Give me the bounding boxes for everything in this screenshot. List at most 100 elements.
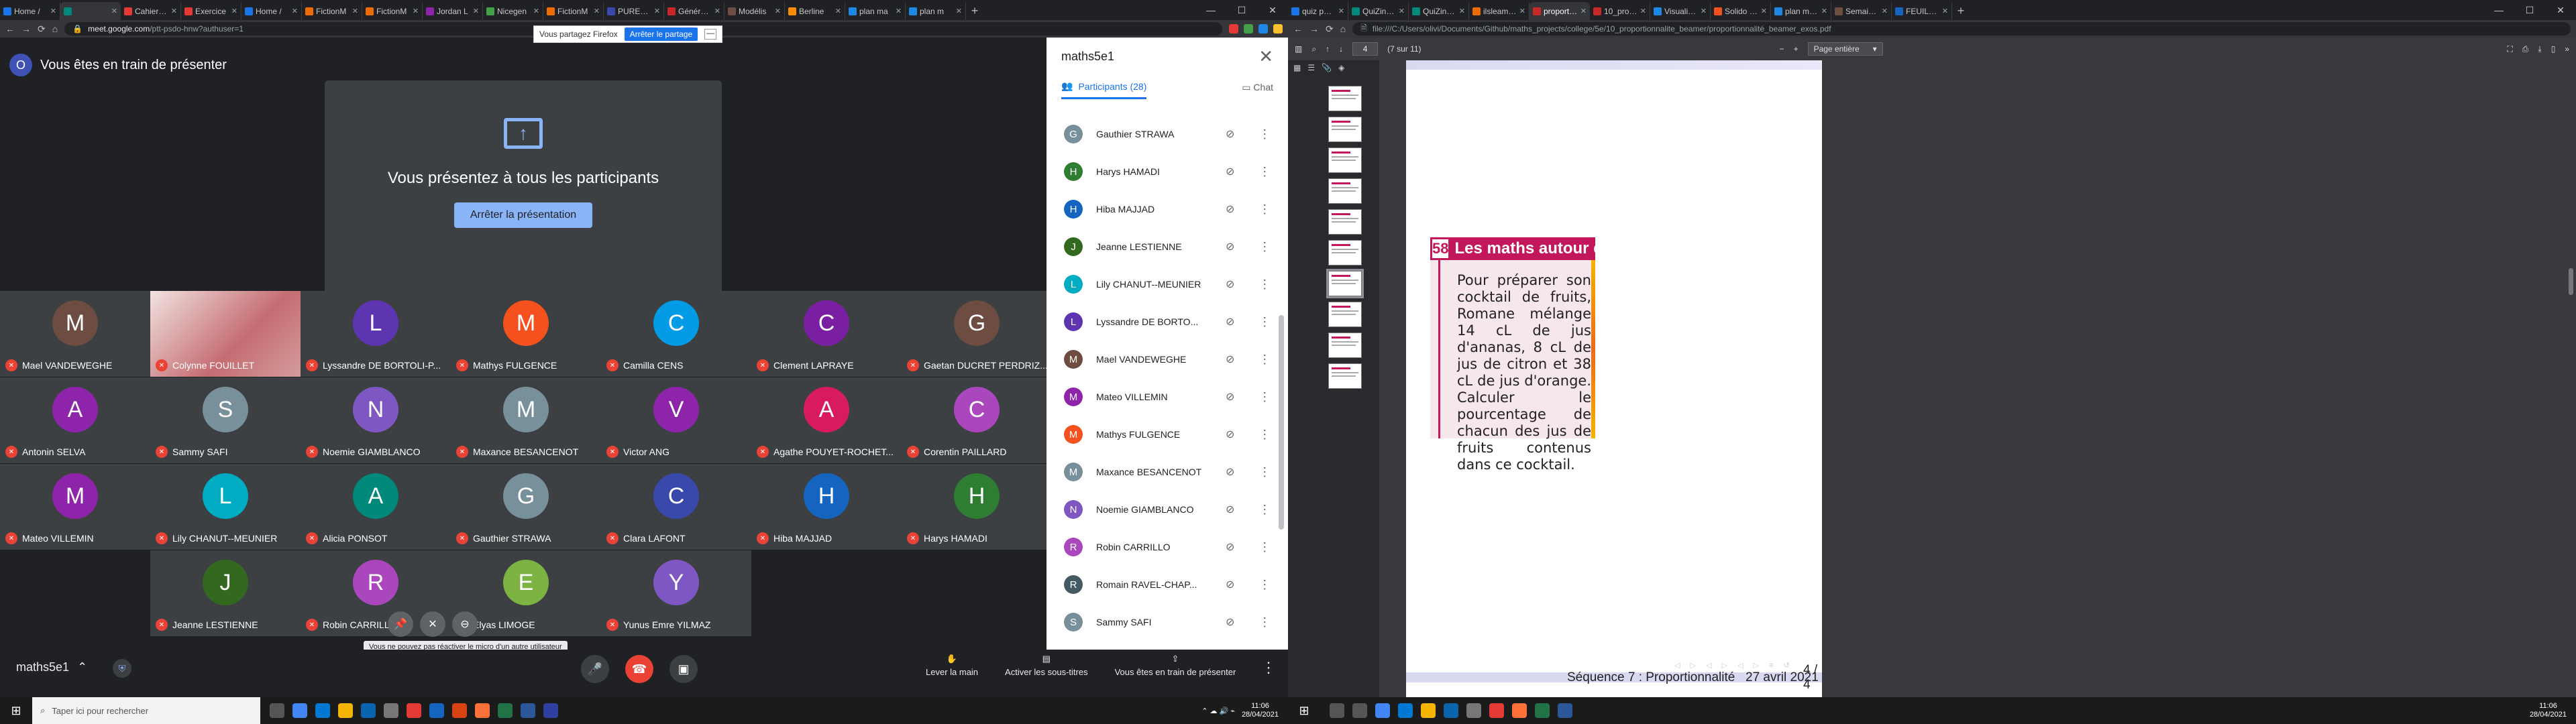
participant-tile[interactable]: M ✕ Mael VANDEWEGHE: [0, 291, 150, 377]
mic-off-icon[interactable]: ⊘: [1222, 165, 1238, 178]
close-tab-icon[interactable]: ✕: [533, 7, 539, 15]
page-thumbnail[interactable]: [1328, 86, 1362, 111]
new-tab-icon[interactable]: +: [966, 2, 983, 20]
back-icon[interactable]: ←: [1293, 23, 1303, 34]
browser-tab[interactable]: proportionnalité_bea✕: [1529, 2, 1590, 20]
shield-icon[interactable]: ⛨: [113, 659, 131, 678]
mic-off-icon[interactable]: ⊘: [1222, 315, 1238, 328]
close-tab-icon[interactable]: ✕: [896, 7, 902, 15]
chrome-icon[interactable]: [292, 703, 307, 718]
browser-tab[interactable]: Nicegen ✕: [483, 2, 543, 20]
page-thumbnail[interactable]: [1328, 363, 1362, 389]
close-tab-icon[interactable]: ✕: [594, 7, 600, 15]
search-icon[interactable]: [1330, 703, 1344, 718]
home-icon[interactable]: ⌂: [52, 23, 58, 34]
page-thumbnail[interactable]: [1328, 333, 1362, 358]
participant-row[interactable]: N Noemie GIAMBLANCO ⊘ ⋮: [1046, 491, 1278, 528]
close-tab-icon[interactable]: ✕: [111, 7, 117, 15]
browser-tab[interactable]: Jordan L ✕: [423, 2, 483, 20]
mic-off-icon[interactable]: ⊘: [1222, 503, 1238, 516]
previous-page-icon[interactable]: ↑: [1326, 44, 1330, 54]
more-options-icon[interactable]: ⋮: [1252, 165, 1278, 179]
browser-tab[interactable]: Exercice ✕: [181, 2, 241, 20]
participant-row[interactable]: R Romain RAVEL-CHAP... ⊘ ⋮: [1046, 566, 1278, 603]
participant-tile[interactable]: C ✕ Camilla CENS: [601, 291, 751, 377]
back-icon[interactable]: ←: [5, 23, 15, 34]
reload-icon[interactable]: ⟳: [1326, 23, 1334, 35]
mic-off-icon[interactable]: ⊘: [1222, 240, 1238, 253]
mail-icon[interactable]: [361, 703, 376, 718]
participant-row[interactable]: H Harys HAMADI ⊘ ⋮: [1046, 153, 1278, 190]
mic-off-icon[interactable]: ⊘: [1222, 465, 1238, 479]
browser-tab[interactable]: plan maison échel✕: [1771, 2, 1831, 20]
minimize-icon[interactable]: —: [2483, 5, 2514, 15]
windows-start-icon[interactable]: ⊞: [0, 704, 32, 718]
bookmark-icon[interactable]: ▯: [2551, 44, 2556, 54]
more-options-icon[interactable]: ⋮: [1252, 578, 1278, 592]
browser-tab[interactable]: quiz pourcentage✕: [1288, 2, 1348, 20]
store-icon[interactable]: [1466, 703, 1481, 718]
mic-off-icon[interactable]: ⊘: [1222, 615, 1238, 629]
task-view-icon[interactable]: [1352, 703, 1367, 718]
close-tab-icon[interactable]: ✕: [50, 7, 56, 15]
new-tab-icon[interactable]: +: [1952, 2, 1970, 20]
close-tab-icon[interactable]: ✕: [654, 7, 660, 15]
close-tab-icon[interactable]: ✕: [714, 7, 720, 15]
browser-tab[interactable]: FEUILLE DE ROUT✕: [1892, 2, 1952, 20]
browser-tab[interactable]: QuiZinière✕: [1348, 2, 1409, 20]
explorer-icon[interactable]: [1421, 703, 1436, 718]
participant-tile[interactable]: ✕ Colynne FOUILLET: [150, 291, 301, 377]
participant-row[interactable]: L Lily CHANUT--MEUNIER ⊘ ⋮: [1046, 265, 1278, 303]
close-tab-icon[interactable]: ✕: [1761, 7, 1767, 15]
participant-tile[interactable]: V ✕ Victor ANG: [601, 377, 751, 463]
home-icon[interactable]: ⌂: [1340, 23, 1346, 34]
browser-tab[interactable]: ilsleaming ✕: [1469, 2, 1529, 20]
excel-icon[interactable]: [1535, 703, 1550, 718]
page-thumbnail[interactable]: [1328, 178, 1362, 204]
mic-off-icon[interactable]: ⊘: [1222, 202, 1238, 216]
forward-icon[interactable]: →: [21, 23, 31, 34]
more-options-icon[interactable]: ⋮: [1252, 202, 1278, 217]
maximize-icon[interactable]: ☐: [2514, 5, 2545, 16]
browser-tab[interactable]: Génératio ✕: [664, 2, 724, 20]
chrome-icon[interactable]: [1375, 703, 1390, 718]
close-tab-icon[interactable]: ✕: [231, 7, 237, 15]
attachments-icon[interactable]: 📎: [1322, 63, 1332, 75]
participant-tile[interactable]: N ✕ Noemie GIAMBLANCO: [301, 377, 451, 463]
participant-tile[interactable]: C ✕ Corentin PAILLARD: [902, 377, 1052, 463]
word-icon[interactable]: [521, 703, 535, 718]
participant-row[interactable]: R Robin CARRILLO ⊘ ⋮: [1046, 528, 1278, 566]
scrollbar[interactable]: [1279, 121, 1284, 681]
browser-tab[interactable]: ✕: [60, 2, 121, 20]
participant-tile[interactable]: H ✕ Hiba MAJJAD: [751, 464, 902, 550]
browser-tab[interactable]: Semaine 2 d'Ann✕: [1831, 2, 1892, 20]
extension-icon[interactable]: [1258, 24, 1268, 34]
zoom-out-icon[interactable]: −: [1780, 44, 1784, 54]
browser-tab[interactable]: plan ma ✕: [845, 2, 906, 20]
mic-off-icon[interactable]: ⊘: [1222, 540, 1238, 554]
more-options-icon[interactable]: ⋮: [1252, 390, 1278, 404]
close-icon[interactable]: ✕: [1258, 46, 1273, 67]
participant-tile[interactable]: A ✕ Alicia PONSOT: [301, 464, 451, 550]
tab-chat[interactable]: ▭ Chat: [1242, 82, 1273, 93]
print-icon[interactable]: ⎙: [2522, 44, 2529, 54]
more-options-icon[interactable]: ⋮: [1252, 615, 1278, 629]
participant-tile[interactable]: H ✕ Harys HAMADI: [902, 464, 1052, 550]
more-options-icon[interactable]: ⋮: [1252, 278, 1278, 292]
edge-icon[interactable]: [315, 703, 330, 718]
hide-share-bar-button[interactable]: —: [704, 29, 717, 40]
next-page-icon[interactable]: ↓: [1339, 44, 1343, 54]
page-thumbnail[interactable]: [1328, 240, 1362, 265]
participant-tile[interactable]: A ✕ Antonin SELVA: [0, 377, 150, 463]
close-tab-icon[interactable]: ✕: [171, 7, 177, 15]
browser-tab[interactable]: FictionM ✕: [362, 2, 423, 20]
close-tab-icon[interactable]: ✕: [1459, 7, 1465, 15]
more-options-icon[interactable]: ⋮: [1252, 540, 1278, 554]
app-icon[interactable]: [543, 703, 558, 718]
zoom-select[interactable]: Page entière ▾: [1807, 42, 1883, 56]
tray-icons[interactable]: ⌃ ☁ 🔊 ⌁: [1201, 707, 1235, 715]
page-thumbnail[interactable]: [1328, 147, 1362, 173]
participant-row[interactable]: S Sammy SAFI ⊘ ⋮: [1046, 603, 1278, 641]
edge-icon[interactable]: [1398, 703, 1413, 718]
close-tab-icon[interactable]: ✕: [1882, 7, 1888, 15]
